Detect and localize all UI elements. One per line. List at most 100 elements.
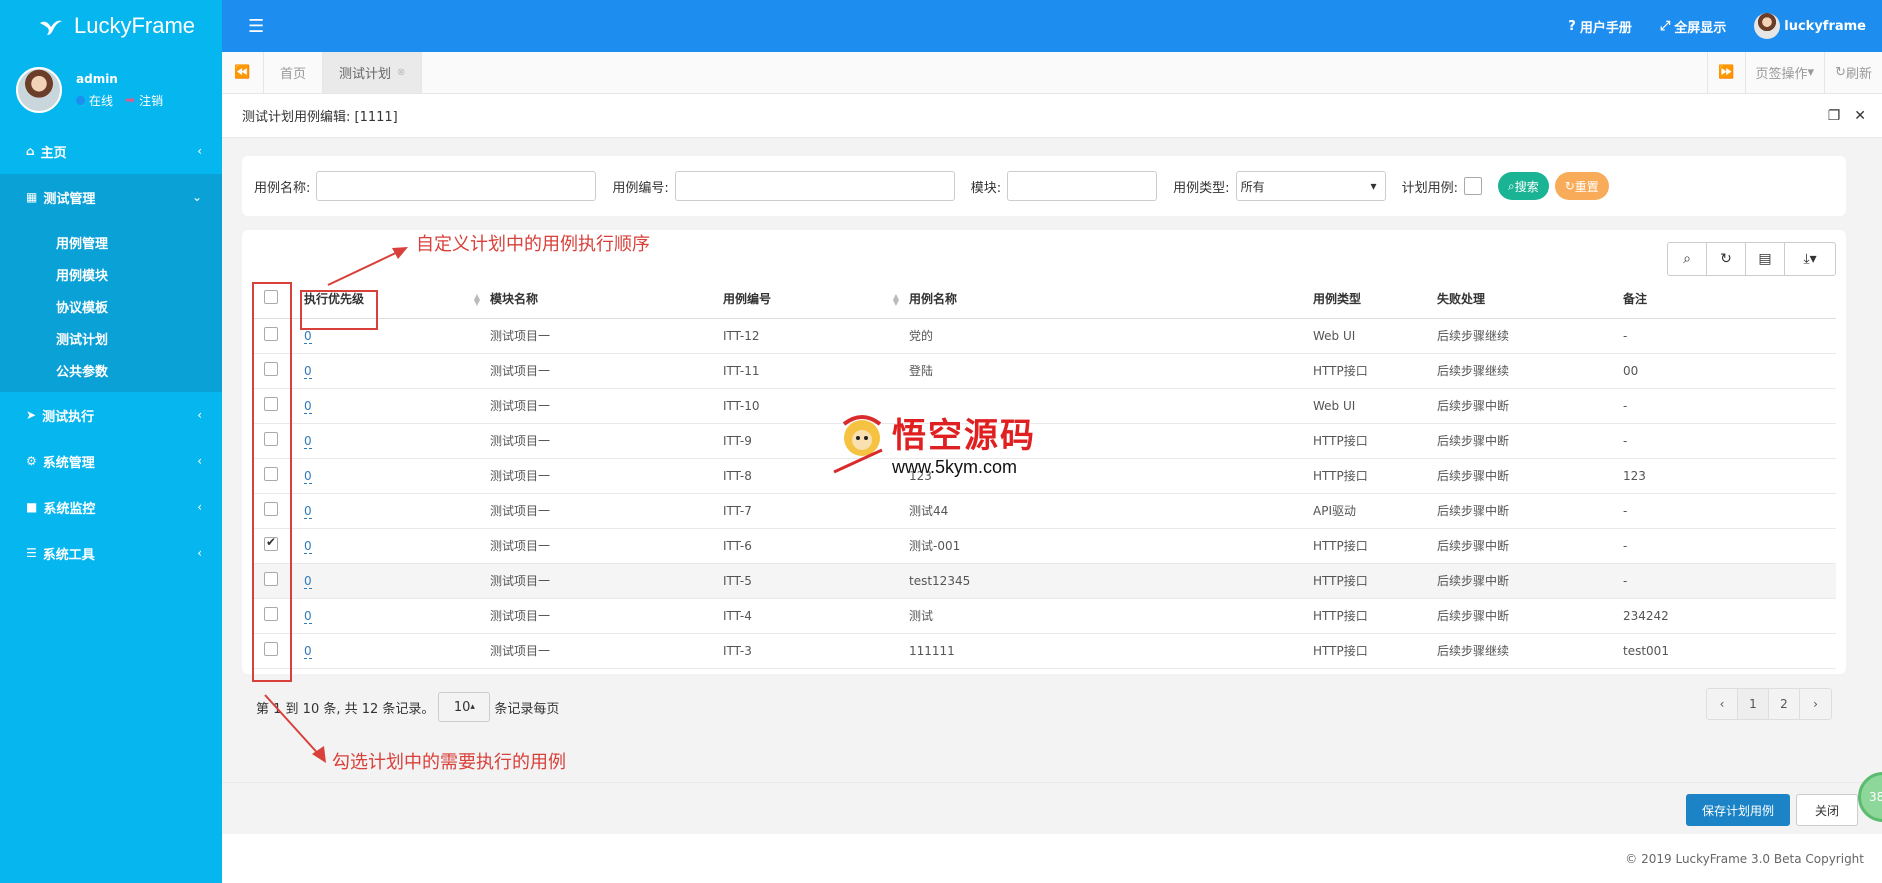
priority-editable[interactable]: 0	[304, 398, 312, 414]
priority-editable[interactable]: 0	[304, 328, 312, 344]
priority-editable[interactable]: 0	[304, 433, 312, 449]
cell-fail-handling: 后续步骤中断	[1433, 563, 1619, 599]
cell-fail-handling: 后续步骤继续	[1433, 318, 1619, 354]
table-row[interactable]: 0 测试项目一 ITT-4 测试 HTTP接口 后续步骤中断 234242	[254, 598, 1836, 634]
sidebar-item-case-module[interactable]: 用例模块	[0, 258, 222, 290]
tab-scroll-left-icon[interactable]: ⏪	[222, 52, 264, 93]
case-type-value: 所有	[1240, 179, 1265, 194]
case-type-select[interactable]: 所有 ▾	[1235, 171, 1386, 201]
tab-test-plan[interactable]: 测试计划 ⊗	[323, 52, 423, 93]
menu-sys-tools[interactable]: ☰ 系统工具 ‹	[0, 530, 222, 576]
table-row[interactable]: 0 测试项目一 ITT-11 登陆 HTTP接口 后续步骤继续 00	[254, 353, 1836, 389]
priority-editable[interactable]: 0	[304, 643, 312, 659]
cell-case-type: HTTP接口	[1309, 563, 1433, 599]
avatar[interactable]	[16, 67, 62, 113]
close-tab-icon[interactable]: ⊗	[397, 67, 405, 78]
th-case-name: 用例名称	[905, 280, 1309, 319]
app-logo[interactable]: LuckyFrame	[0, 0, 222, 52]
table-header-row: 执行优先级 ▲ ▼ 模块名称 用例编号 ▲ ▼ 用例名称 用例类型 失败处理 备注	[254, 280, 1836, 319]
cell-fail-handling: 后续步骤中断	[1433, 528, 1619, 564]
chevron-left-icon: ‹	[197, 144, 202, 158]
th-module-label: 模块名称	[490, 292, 539, 307]
fullscreen-link[interactable]: ⤢ 全屏显示	[1660, 17, 1726, 36]
sort-icon: ▲ ▼	[892, 292, 899, 307]
cell-fail-handling: 后续步骤中断	[1433, 598, 1619, 634]
user-dropdown[interactable]: luckyframe	[1754, 13, 1866, 39]
table-row[interactable]: 0 测试项目一 ITT-7 测试44 API驱动 后续步骤中断 -	[254, 493, 1836, 529]
tab-ops-dropdown[interactable]: 页签操作 ▾	[1744, 52, 1825, 93]
refresh-label: 刷新	[1845, 67, 1872, 82]
sidebar-item-protocol[interactable]: 协议模板	[0, 290, 222, 322]
menu-home[interactable]: ⌂ 主页 ‹	[0, 128, 222, 174]
cell-case-no: ITT-7	[719, 493, 905, 529]
caret-up-icon: ▴	[470, 702, 475, 712]
priority-editable[interactable]: 0	[304, 468, 312, 484]
case-name-input[interactable]	[316, 171, 597, 201]
page-next[interactable]: ›	[1800, 689, 1831, 719]
refresh-icon[interactable]: ↻	[1707, 243, 1746, 275]
page-2[interactable]: 2	[1769, 689, 1800, 719]
export-icon[interactable]: ⤓▾	[1785, 243, 1835, 275]
table-row[interactable]: 0 测试项目一 ITT-10 Web UI 后续步骤中断 -	[254, 388, 1836, 424]
case-no-input[interactable]	[674, 171, 955, 201]
table-row[interactable]: 0 测试项目一ITT-6测试-001HTTP接口后续步骤中断-	[254, 528, 1836, 564]
search-icon[interactable]: ⌕	[1668, 243, 1707, 275]
page-prev[interactable]: ‹	[1707, 689, 1738, 719]
priority-editable[interactable]: 0	[304, 363, 312, 379]
menu-test-exec[interactable]: ➤ 测试执行 ‹	[0, 392, 222, 438]
logout-link[interactable]: 注销	[139, 92, 163, 109]
search-form: 用例名称: 用例编号: 模块: 用例类型: 所有 ▾ 计划用例: ⌕ 搜索 ↻ …	[242, 156, 1846, 216]
table-row[interactable]: 0 测试项目一 ITT-9 HTTP接口 后续步骤中断 -	[254, 423, 1836, 459]
restore-window-icon[interactable]: ❐	[1828, 108, 1841, 124]
table-row[interactable]: 0 测试项目一 ITT-5 test12345 HTTP接口 后续步骤中断 -	[254, 563, 1836, 599]
sidebar: LuckyFrame admin 在线 ➡ 注销 ⌂ 主页 ‹ ▦ 测试管理 ⌄…	[0, 0, 222, 883]
module-input[interactable]	[1007, 171, 1158, 201]
save-plan-cases-button[interactable]: 保存计划用例	[1685, 794, 1790, 826]
list-icon: ☰	[26, 546, 37, 560]
table-row[interactable]: 0 测试项目一 ITT-3 111111 HTTP接口 后续步骤继续 test001	[254, 633, 1836, 669]
cell-remark: 123	[1619, 458, 1836, 494]
tab-home[interactable]: 首页	[264, 52, 324, 93]
cell-case-no: ITT-5	[719, 563, 905, 599]
cell-case-no: ITT-4	[719, 598, 905, 634]
sidebar-item-public-params[interactable]: 公共参数	[0, 354, 222, 386]
th-case-no[interactable]: 用例编号 ▲ ▼	[719, 280, 905, 319]
menu-sys-monitor[interactable]: ■ 系统监控 ‹	[0, 484, 222, 530]
refresh-button[interactable]: ↻ 刷新	[1824, 52, 1882, 93]
refresh-icon: ↻	[1564, 179, 1575, 193]
priority-editable[interactable]: 0	[304, 573, 312, 589]
th-fail-label: 失败处理	[1437, 292, 1486, 307]
table-row[interactable]: 0 测试项目一 ITT-8 123 HTTP接口 后续步骤中断 123	[254, 458, 1836, 494]
search-button[interactable]: ⌕ 搜索	[1497, 172, 1549, 200]
close-icon[interactable]: ✕	[1854, 108, 1866, 124]
app-name: LuckyFrame	[74, 13, 196, 38]
close-button[interactable]: 关闭	[1795, 794, 1858, 826]
table-row[interactable]: 0 测试项目一 ITT-12 党的 Web UI 后续步骤继续 -	[254, 318, 1836, 354]
annotation-arrow-top	[327, 247, 408, 286]
sidebar-item-case-mgmt[interactable]: 用例管理	[0, 226, 222, 258]
hamburger-menu-icon[interactable]: ☰	[248, 16, 264, 37]
page-tabs: ⏪ 首页 测试计划 ⊗ ⏩ 页签操作 ▾ ↻ 刷新	[222, 52, 1882, 94]
reset-button[interactable]: ↻ 重置	[1554, 172, 1609, 200]
priority-editable[interactable]: 0	[304, 503, 312, 519]
plan-case-checkbox[interactable]	[1463, 177, 1482, 195]
menu-sys-mgmt[interactable]: ⚙ 系统管理 ‹	[0, 438, 222, 484]
priority-editable[interactable]: 0	[304, 538, 312, 554]
sidebar-item-test-plan[interactable]: 测试计划	[0, 322, 222, 354]
user-manual-link[interactable]: ? 用户手册	[1568, 17, 1632, 36]
menu-test-mgmt[interactable]: ▦ 测试管理 ⌄	[0, 174, 222, 220]
chevron-left-icon: ‹	[197, 408, 202, 422]
columns-icon[interactable]: ▤	[1746, 243, 1785, 275]
cell-case-name: 党的	[905, 318, 1309, 354]
cell-case-type: HTTP接口	[1309, 528, 1433, 564]
priority-editable[interactable]: 0	[304, 608, 312, 624]
page-size-select[interactable]: 10 ▴	[438, 692, 491, 722]
cell-case-type: HTTP接口	[1309, 633, 1433, 669]
th-case-type: 用例类型	[1309, 280, 1433, 319]
tab-scroll-right-icon[interactable]: ⏩	[1707, 52, 1744, 93]
page-1[interactable]: 1	[1738, 689, 1769, 719]
case-table: 执行优先级 ▲ ▼ 模块名称 用例编号 ▲ ▼ 用例名称 用例类型 失败处理 备注 0测…	[254, 280, 1836, 669]
monkey-king-logo-icon	[833, 415, 883, 474]
cell-fail-handling: 后续步骤中断	[1433, 493, 1619, 529]
th-fail: 失败处理	[1433, 280, 1619, 319]
